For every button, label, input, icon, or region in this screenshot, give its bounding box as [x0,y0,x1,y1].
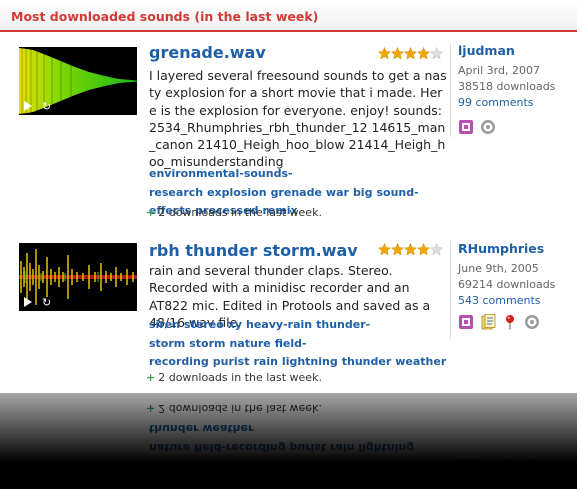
weekly-downloads: +2 downloads in the last week. [146,206,322,219]
tag-link[interactable]: heavy-rain [246,318,312,331]
weekly-downloads: +2 downloads in the last week. [146,371,322,384]
sound-entry: ↻ grenade.wav I layered several freesoun… [0,32,577,222]
document-icon[interactable] [480,313,496,330]
play-icon[interactable] [24,297,32,307]
upload-date: June 9th, 2005 [458,262,539,275]
sound-title-link[interactable]: grenade.wav [149,43,266,62]
waveform-image [19,47,137,115]
star-icon [378,243,431,256]
tag-link[interactable]: storm [189,337,225,350]
comments-link[interactable]: 543 comments [458,294,540,307]
play-icon[interactable] [24,101,32,111]
geotag-pin-icon[interactable] [502,314,518,330]
sound-meta: RHumphries June 9th, 2005 69214 download… [450,241,577,339]
sound-title-link[interactable]: rbh thunder storm.wav [149,241,358,260]
reflection-fade [0,393,577,489]
star-icon [378,47,431,60]
rating-stars[interactable] [378,243,444,256]
comments-link[interactable]: 99 comments [458,96,534,109]
plus-icon: + [146,371,156,384]
weekly-downloads-text: 2 downloads in the last week. [158,371,322,384]
tag-link[interactable]: nature [230,337,271,350]
upload-date: April 3rd, 2007 [458,64,540,77]
sound-icons [458,311,546,329]
tag-link[interactable]: big [353,186,373,199]
username-link[interactable]: RHumphries [458,241,544,256]
loop-icon[interactable]: ↻ [42,101,51,113]
tag-link[interactable]: siren [149,318,180,331]
section-title: Most downloaded sounds (in the last week… [11,9,319,24]
loop-icon[interactable]: ↻ [42,297,51,309]
tag-link[interactable]: thunder [342,355,392,368]
sound-icons [458,116,502,134]
waveform-player[interactable]: ↻ [19,47,137,115]
license-icon[interactable] [458,119,474,135]
rating-stars[interactable] [378,47,444,60]
username-link[interactable]: ljudman [458,43,515,58]
sound-description: I layered several freesound sounds to ge… [149,68,447,170]
download-count: 69214 downloads [458,278,556,291]
star-empty-icon [429,243,444,256]
waveform-image [19,249,137,305]
tag-link[interactable]: explosion [207,186,266,199]
reflection-overlay: +2 downloads in the last week. thunder w… [0,393,577,489]
star-empty-icon [429,47,444,60]
sound-meta: ljudman April 3rd, 2007 38518 downloads … [450,43,577,137]
sound-entry: ↻ rbh thunder storm.wav rain and several… [0,222,577,392]
info-icon[interactable] [524,314,540,330]
tag-link[interactable]: rain [253,355,277,368]
tag-link[interactable]: purist [213,355,250,368]
tag-link[interactable]: weather [395,355,446,368]
tag-link[interactable]: stereo [184,318,224,331]
section-header: Most downloaded sounds (in the last week… [0,0,577,32]
tag-link[interactable]: xy [228,318,242,331]
tag-link[interactable]: lightning [282,355,338,368]
tag-list: siren stereo xy heavy-rain thunder-storm stor… [149,316,449,372]
info-icon[interactable] [480,119,496,135]
license-icon[interactable] [458,314,474,330]
waveform-player[interactable]: ↻ [19,243,137,311]
tag-link[interactable]: grenade [271,186,322,199]
weekly-downloads-text: 2 downloads in the last week. [158,206,322,219]
tag-link[interactable]: war [326,186,349,199]
download-count: 38518 downloads [458,80,556,93]
plus-icon: + [146,206,156,219]
